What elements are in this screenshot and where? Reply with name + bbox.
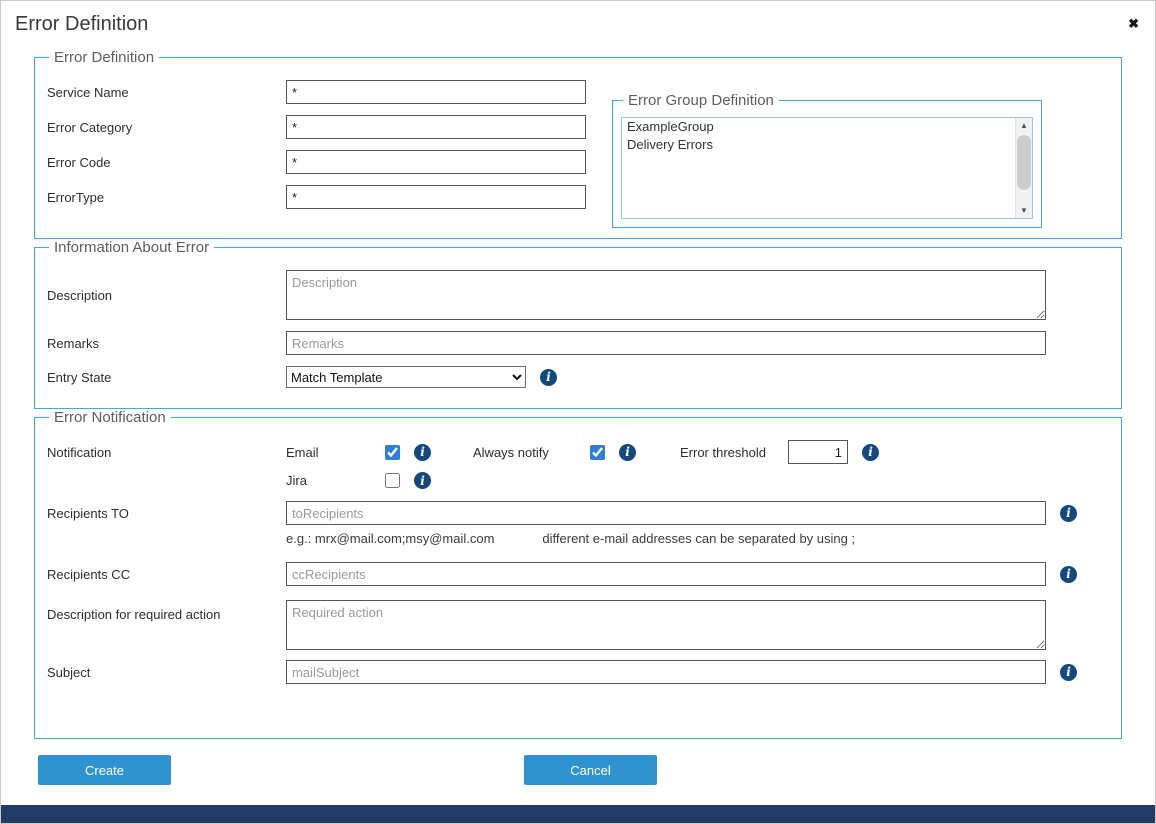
list-item[interactable]: Delivery Errors bbox=[622, 136, 1015, 154]
always-notify-label: Always notify bbox=[473, 445, 590, 460]
close-icon[interactable]: ✖ bbox=[1128, 17, 1139, 30]
error-notification-section: Error Notification Notification Email i … bbox=[34, 409, 1122, 739]
information-about-error-legend: Information About Error bbox=[49, 239, 214, 256]
required-action-row: Description for required action bbox=[47, 600, 1109, 650]
page-title: Error Definition bbox=[15, 13, 1141, 36]
error-threshold-label: Error threshold bbox=[680, 445, 766, 460]
jira-info-icon[interactable]: i bbox=[414, 472, 431, 489]
recipients-cc-info-icon[interactable]: i bbox=[1060, 566, 1077, 583]
jira-row: Jira i bbox=[47, 472, 1109, 489]
scroll-down-icon[interactable]: ▼ bbox=[1016, 203, 1032, 218]
description-row: Description bbox=[47, 270, 1109, 320]
error-threshold-input[interactable] bbox=[788, 440, 848, 464]
error-code-label: Error Code bbox=[47, 155, 286, 170]
required-action-textarea[interactable] bbox=[286, 600, 1046, 650]
action-buttons: Create Cancel bbox=[34, 755, 1122, 785]
error-group-definition-legend: Error Group Definition bbox=[623, 92, 779, 109]
email-hint-note: different e-mail addresses can be separa… bbox=[542, 531, 855, 546]
error-type-input[interactable] bbox=[286, 185, 586, 209]
email-checkbox[interactable] bbox=[385, 445, 400, 460]
service-name-label: Service Name bbox=[47, 85, 286, 100]
remarks-label: Remarks bbox=[47, 336, 286, 351]
jira-label: Jira bbox=[286, 473, 385, 488]
email-label: Email bbox=[286, 445, 385, 460]
scroll-up-icon[interactable]: ▲ bbox=[1016, 118, 1032, 133]
subject-info-icon[interactable]: i bbox=[1060, 664, 1077, 681]
recipients-to-input[interactable] bbox=[286, 501, 1046, 525]
error-definition-section: Error Definition Service Name Error Cate… bbox=[34, 49, 1122, 239]
error-category-input[interactable] bbox=[286, 115, 586, 139]
jira-checkbox[interactable] bbox=[385, 473, 400, 488]
subject-label: Subject bbox=[47, 665, 286, 680]
description-label: Description bbox=[47, 288, 286, 303]
create-button[interactable]: Create bbox=[38, 755, 171, 785]
subject-input[interactable] bbox=[286, 660, 1046, 684]
always-notify-checkbox[interactable] bbox=[590, 445, 605, 460]
information-about-error-section: Information About Error Description Rema… bbox=[34, 239, 1122, 409]
error-threshold-info-icon[interactable]: i bbox=[862, 444, 879, 461]
scrollbar-thumb[interactable] bbox=[1017, 135, 1031, 190]
notification-label: Notification bbox=[47, 445, 286, 460]
list-item[interactable]: ExampleGroup bbox=[622, 118, 1015, 136]
service-name-input[interactable] bbox=[286, 80, 586, 104]
error-notification-legend: Error Notification bbox=[49, 409, 171, 426]
always-notify-info-icon[interactable]: i bbox=[619, 444, 636, 461]
remarks-row: Remarks bbox=[47, 331, 1109, 355]
entry-state-row: Entry State Match Template i bbox=[47, 366, 1109, 388]
listbox-scrollbar[interactable]: ▲ ▼ bbox=[1015, 118, 1032, 218]
entry-state-select[interactable]: Match Template bbox=[286, 366, 526, 388]
error-category-label: Error Category bbox=[47, 120, 286, 135]
subject-row: Subject i bbox=[47, 660, 1109, 684]
recipients-to-info-icon[interactable]: i bbox=[1060, 505, 1077, 522]
description-textarea[interactable] bbox=[286, 270, 1046, 320]
error-group-definition-section: Error Group Definition ExampleGroup Deli… bbox=[612, 92, 1042, 228]
cancel-button[interactable]: Cancel bbox=[524, 755, 657, 785]
entry-state-label: Entry State bbox=[47, 370, 286, 385]
error-definition-legend: Error Definition bbox=[49, 49, 159, 66]
error-type-label: ErrorType bbox=[47, 190, 286, 205]
email-hint-row: e.g.: mrx@mail.com;msy@mail.com differen… bbox=[47, 531, 1109, 546]
error-code-input[interactable] bbox=[286, 150, 586, 174]
entry-state-info-icon[interactable]: i bbox=[540, 369, 557, 386]
title-bar: Error Definition ✖ bbox=[1, 1, 1155, 49]
notification-row: Notification Email i Always notify i Err… bbox=[47, 440, 1109, 464]
remarks-input[interactable] bbox=[286, 331, 1046, 355]
recipients-cc-label: Recipients CC bbox=[47, 567, 286, 582]
footer-bar bbox=[1, 805, 1155, 823]
recipients-to-row: Recipients TO i bbox=[47, 501, 1109, 525]
recipients-cc-input[interactable] bbox=[286, 562, 1046, 586]
required-action-label: Description for required action bbox=[47, 600, 286, 622]
recipients-to-label: Recipients TO bbox=[47, 506, 286, 521]
error-group-listbox[interactable]: ExampleGroup Delivery Errors ▲ ▼ bbox=[621, 117, 1033, 219]
email-info-icon[interactable]: i bbox=[414, 444, 431, 461]
recipients-cc-row: Recipients CC i bbox=[47, 562, 1109, 586]
email-hint-example: e.g.: mrx@mail.com;msy@mail.com bbox=[286, 531, 494, 546]
